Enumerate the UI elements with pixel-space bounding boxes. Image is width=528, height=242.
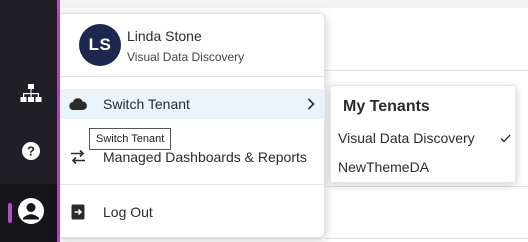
tenant-option-label: Visual Data Discovery xyxy=(338,130,475,146)
account-dropdown-menu: LS Linda Stone Visual Data Discovery Swi… xyxy=(60,13,325,238)
background-divider xyxy=(325,70,528,71)
svg-text:?: ? xyxy=(27,143,35,158)
tenant-option-newthemeda[interactable]: NewThemeDA xyxy=(331,153,517,181)
user-account-icon xyxy=(17,197,45,230)
current-tenant-name: Visual Data Discovery xyxy=(127,50,245,64)
logout-icon xyxy=(69,203,87,221)
tenant-submenu: My Tenants Visual Data Discovery NewThem… xyxy=(330,85,516,183)
swap-arrows-icon xyxy=(69,148,87,166)
switch-tenant-tooltip: Switch Tenant xyxy=(89,128,172,150)
background-divider xyxy=(325,238,528,239)
menu-divider xyxy=(60,184,325,185)
cloud-icon xyxy=(69,95,87,113)
checkmark-icon xyxy=(500,131,511,146)
rail-help-button[interactable]: ? xyxy=(14,136,48,170)
log-out-label: Log Out xyxy=(103,204,153,220)
sitemap-icon xyxy=(20,83,42,109)
avatar: LS xyxy=(79,24,121,66)
submenu-title: My Tenants xyxy=(343,98,430,115)
user-name: Linda Stone xyxy=(127,28,202,44)
help-icon: ? xyxy=(21,141,41,166)
managed-dashboards-label: Managed Dashboards & Reports xyxy=(103,149,307,165)
tenant-option-label: NewThemeDA xyxy=(338,159,430,175)
menu-divider xyxy=(60,76,325,77)
rail-active-indicator xyxy=(8,203,12,223)
rail-sitemap-button[interactable] xyxy=(14,79,48,113)
chevron-right-icon xyxy=(307,97,315,111)
background-header-strip xyxy=(60,0,528,8)
tenant-option-visual-data-discovery[interactable]: Visual Data Discovery xyxy=(331,124,517,152)
log-out-menu-item[interactable]: Log Out xyxy=(60,197,325,227)
background-divider xyxy=(325,186,528,187)
switch-tenant-label: Switch Tenant xyxy=(103,96,190,112)
switch-tenant-menu-item[interactable]: Switch Tenant xyxy=(60,89,325,119)
rail-user-account-button[interactable] xyxy=(14,196,48,230)
